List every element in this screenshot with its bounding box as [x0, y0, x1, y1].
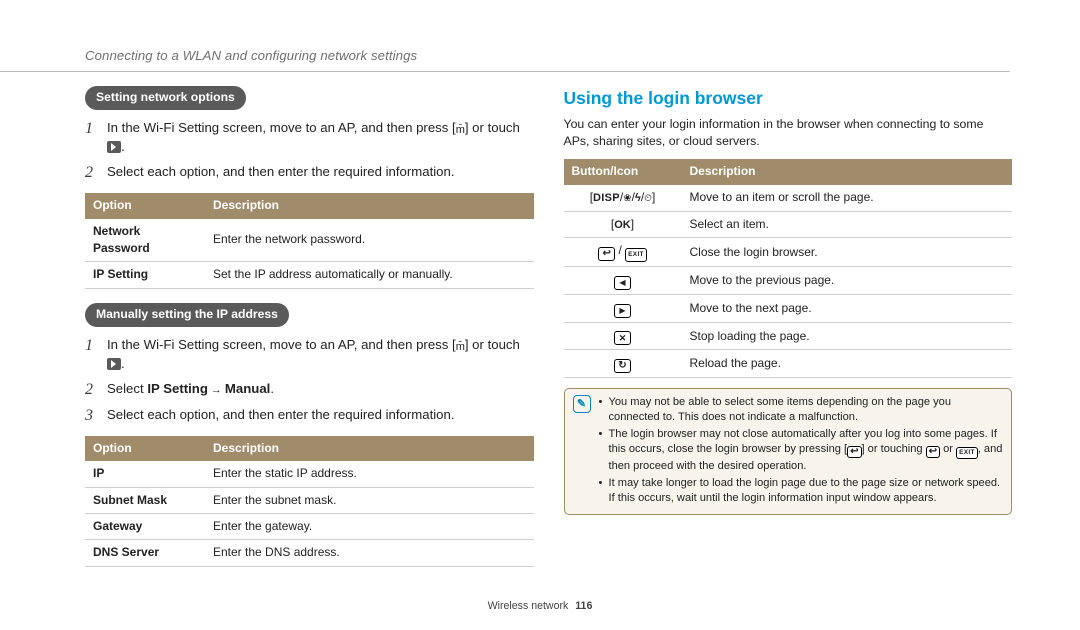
macro-icon [623, 190, 631, 204]
breadcrumb-section-header: Connecting to a WLAN and configuring net… [0, 0, 1010, 72]
x-icon [614, 331, 631, 345]
triangle-right-icon [614, 304, 631, 318]
table-row: Stop loading the page. [564, 323, 1013, 350]
table-ip-options: Option Description IPEnter the static IP… [85, 436, 534, 567]
note-item: It may take longer to load the login pag… [599, 476, 1004, 506]
steps-setting-network-options: In the Wi-Fi Setting screen, move to an … [85, 118, 534, 181]
table-row: Move to the previous page. [564, 267, 1013, 295]
table-row: DNS ServerEnter the DNS address. [85, 540, 534, 566]
subheading-manual-ip: Manually setting the IP address [85, 303, 289, 327]
arrow-right-icon: → [211, 384, 222, 396]
table-button-icon: Button/Icon Description [DISP///] Move t… [564, 159, 1013, 378]
steps-manual-ip: In the Wi-Fi Setting screen, move to an … [85, 335, 534, 424]
table-network-options: Option Description Network PasswordEnter… [85, 193, 534, 289]
step-item: Select IP Setting→Manual. [85, 379, 534, 399]
col-header: Description [205, 193, 534, 218]
menu-icon: m̄ [456, 125, 465, 136]
heading-login-browser: Using the login browser [564, 86, 1013, 111]
table-row: IPEnter the static IP address. [85, 461, 534, 487]
back-icon [847, 446, 861, 458]
icon-cell-ok: [OK] [564, 211, 682, 238]
table-row: IP SettingSet the IP address automatical… [85, 262, 534, 288]
col-header: Description [682, 159, 1013, 184]
table-row: GatewayEnter the gateway. [85, 514, 534, 540]
left-column: Setting network options In the Wi-Fi Set… [85, 86, 534, 581]
col-header: Option [85, 193, 205, 218]
col-header: Button/Icon [564, 159, 682, 184]
exit-icon: EXIT [625, 248, 647, 262]
table-row: [DISP///] Move to an item or scroll the … [564, 185, 1013, 211]
note-item: You may not be able to select some items… [599, 395, 1004, 425]
triangle-left-icon [614, 276, 631, 290]
note-list: You may not be able to select some items… [599, 395, 1004, 508]
back-icon [598, 247, 615, 261]
note-icon: ✎ [573, 395, 591, 413]
intro-paragraph: You can enter your login information in … [564, 116, 1013, 152]
menu-icon: m̄ [456, 342, 465, 353]
touch-right-icon [107, 141, 121, 153]
table-row: / EXIT Close the login browser. [564, 238, 1013, 267]
col-header: Description [205, 436, 534, 461]
page-number: 116 [575, 600, 592, 612]
reload-icon [614, 359, 631, 373]
subheading-setting-network-options: Setting network options [85, 86, 246, 110]
icon-cell-prev [564, 267, 682, 295]
table-row: Reload the page. [564, 350, 1013, 378]
back-icon [926, 446, 940, 458]
table-row: Subnet MaskEnter the subnet mask. [85, 487, 534, 513]
step-item: Select each option, and then enter the r… [85, 405, 534, 424]
page-footer: Wireless network 116 [0, 599, 1080, 614]
step-item: Select each option, and then enter the r… [85, 162, 534, 181]
icon-cell-disp: [DISP///] [564, 185, 682, 211]
icon-cell-next [564, 295, 682, 323]
icon-cell-stop [564, 323, 682, 350]
flash-icon [635, 190, 641, 204]
table-row: Network PasswordEnter the network passwo… [85, 219, 534, 262]
step-item: In the Wi-Fi Setting screen, move to an … [85, 118, 534, 156]
col-header: Option [85, 436, 205, 461]
timer-icon [644, 190, 652, 204]
icon-cell-back-exit: / EXIT [564, 238, 682, 267]
touch-right-icon [107, 358, 121, 370]
exit-icon: EXIT [956, 447, 978, 459]
table-row: [OK] Select an item. [564, 211, 1013, 238]
note-item: The login browser may not close automati… [599, 427, 1004, 474]
right-column: Using the login browser You can enter yo… [564, 86, 1013, 581]
footer-section: Wireless network [488, 600, 569, 612]
icon-cell-reload [564, 350, 682, 378]
table-row: Move to the next page. [564, 295, 1013, 323]
note-box: ✎ You may not be able to select some ite… [564, 388, 1013, 515]
step-item: In the Wi-Fi Setting screen, move to an … [85, 335, 534, 373]
